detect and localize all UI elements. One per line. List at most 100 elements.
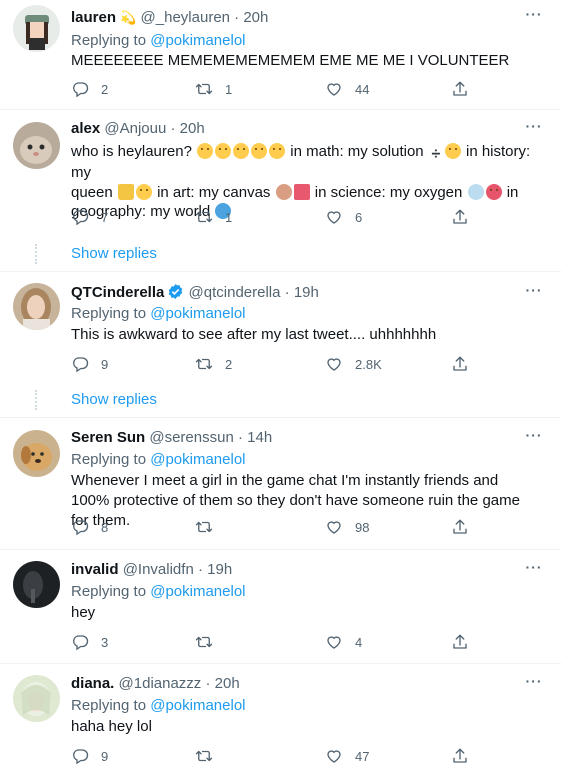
retweet-button[interactable]: 1	[195, 79, 232, 99]
like-icon	[325, 80, 343, 98]
reply-count: 7	[101, 209, 109, 225]
more-icon[interactable]: ···	[521, 282, 547, 302]
tweet[interactable]: Seren Sun @serenssun · 14h ··· Replying …	[0, 418, 561, 550]
tweet[interactable]: alex @Anjouu · 20h ··· who is heylauren?…	[0, 110, 561, 272]
thinking-emoji-icon	[233, 143, 250, 159]
like-button[interactable]: 4	[325, 632, 362, 652]
retweet-button[interactable]: 1	[195, 207, 232, 227]
share-button[interactable]	[451, 207, 469, 227]
reply-icon	[71, 518, 89, 536]
like-button[interactable]: 44	[325, 79, 369, 99]
like-count: 2.8K	[355, 356, 382, 372]
author-name[interactable]: Seren Sun	[71, 429, 145, 446]
share-button[interactable]	[451, 746, 469, 766]
crown-emoji-icon	[117, 183, 134, 200]
more-icon[interactable]: ···	[521, 673, 547, 693]
author-name[interactable]: alex	[71, 120, 100, 137]
like-count: 6	[355, 209, 363, 225]
avatar[interactable]	[13, 283, 60, 330]
share-button[interactable]	[451, 354, 469, 374]
reply-button[interactable]: 2	[71, 79, 108, 99]
avatar[interactable]	[13, 122, 60, 169]
avatar[interactable]	[13, 430, 60, 477]
retweet-button[interactable]	[195, 632, 225, 652]
reply-button[interactable]: 7	[71, 207, 108, 227]
tongue-emoji-icon	[485, 183, 502, 200]
replying-to: Replying to @pokimanelol	[71, 583, 246, 600]
reply-button[interactable]: 9	[71, 354, 108, 374]
show-replies-link[interactable]: Show replies	[71, 390, 157, 410]
reply-button[interactable]: 9	[71, 746, 108, 766]
retweet-icon	[195, 208, 213, 226]
tweet-text: haha hey lol	[71, 718, 152, 735]
replying-to-handle[interactable]: @pokimanelol	[150, 697, 245, 714]
reply-count: 3	[101, 634, 109, 650]
replying-to-handle[interactable]: @pokimanelol	[150, 305, 245, 322]
share-button[interactable]	[451, 517, 469, 537]
more-icon[interactable]: ···	[521, 6, 547, 26]
tweet[interactable]: diana. @1dianazzz · 20h ··· Replying to …	[0, 664, 561, 773]
author-handle[interactable]: @serenssun	[149, 429, 233, 446]
like-button[interactable]: 47	[325, 746, 369, 766]
share-icon	[451, 747, 469, 765]
author-name[interactable]: QTCinderella	[71, 284, 164, 301]
author-handle[interactable]: @Anjouu	[104, 120, 166, 137]
tweet[interactable]: lauren 💫 @_heylauren · 20h ··· Replying …	[0, 0, 561, 110]
replying-to-handle[interactable]: @pokimanelol	[150, 32, 245, 49]
tweet-text: This is awkward to see after my last twe…	[71, 326, 437, 343]
reply-count: 8	[101, 519, 109, 535]
timestamp[interactable]: 19h	[294, 284, 319, 301]
replying-to-handle[interactable]: @pokimanelol	[150, 451, 245, 468]
tweet-text: MEEEEEEEE MEMEMEMEMEMEM EME ME ME I VOLU…	[71, 52, 510, 69]
share-button[interactable]	[451, 79, 469, 99]
reply-count: 2	[101, 81, 109, 97]
like-button[interactable]: 2.8K	[325, 354, 382, 374]
reply-button[interactable]: 3	[71, 632, 108, 652]
replying-to-handle[interactable]: @pokimanelol	[150, 583, 245, 600]
retweet-button[interactable]: 2	[195, 354, 232, 374]
retweet-button[interactable]	[195, 517, 225, 537]
sparkle-emoji-icon: 💫	[120, 10, 137, 25]
divide-emoji-icon: ÷	[431, 146, 441, 163]
retweet-icon	[195, 518, 213, 536]
timestamp[interactable]: 20h	[243, 9, 268, 26]
more-icon[interactable]: ···	[521, 559, 547, 579]
avatar[interactable]	[13, 561, 60, 608]
timestamp[interactable]: 20h	[215, 675, 240, 692]
timestamp[interactable]: 20h	[180, 120, 205, 137]
author-name[interactable]: invalid	[71, 561, 119, 578]
share-icon	[451, 518, 469, 536]
retweet-icon	[195, 80, 213, 98]
reply-icon	[71, 633, 89, 651]
author-handle[interactable]: @qtcinderella	[189, 284, 281, 301]
more-icon[interactable]: ···	[521, 118, 547, 138]
author-handle[interactable]: @Invalidfn	[123, 561, 194, 578]
more-icon[interactable]: ···	[521, 427, 547, 447]
smiling-emoji-icon	[444, 143, 461, 159]
avatar[interactable]	[13, 5, 60, 52]
like-button[interactable]: 6	[325, 207, 362, 227]
blushing-emoji-icon	[215, 143, 232, 159]
author-handle[interactable]: @_heylauren	[141, 9, 230, 26]
retweet-count: 1	[225, 81, 233, 97]
avatar[interactable]	[13, 675, 60, 722]
author-handle[interactable]: @1dianazzz	[119, 675, 202, 692]
replying-to: Replying to @pokimanelol	[71, 451, 246, 468]
retweet-count: 1	[225, 209, 233, 225]
persevering-emoji-icon	[135, 183, 152, 200]
tweet[interactable]: QTCinderella @qtcinderella · 19h ··· Rep…	[0, 272, 561, 418]
timestamp[interactable]: 14h	[247, 429, 272, 446]
show-replies-link[interactable]: Show replies	[71, 244, 157, 264]
share-icon	[451, 208, 469, 226]
reply-icon	[71, 747, 89, 765]
author-name[interactable]: lauren	[71, 9, 116, 26]
tweet[interactable]: invalid @Invalidfn · 19h ··· Replying to…	[0, 550, 561, 664]
like-button[interactable]: 98	[325, 517, 369, 537]
share-button[interactable]	[451, 632, 469, 652]
share-icon	[451, 80, 469, 98]
author-name[interactable]: diana.	[71, 675, 114, 692]
retweet-button[interactable]	[195, 746, 225, 766]
replying-to: Replying to @pokimanelol	[71, 697, 246, 714]
timestamp[interactable]: 19h	[207, 561, 232, 578]
reply-button[interactable]: 8	[71, 517, 108, 537]
